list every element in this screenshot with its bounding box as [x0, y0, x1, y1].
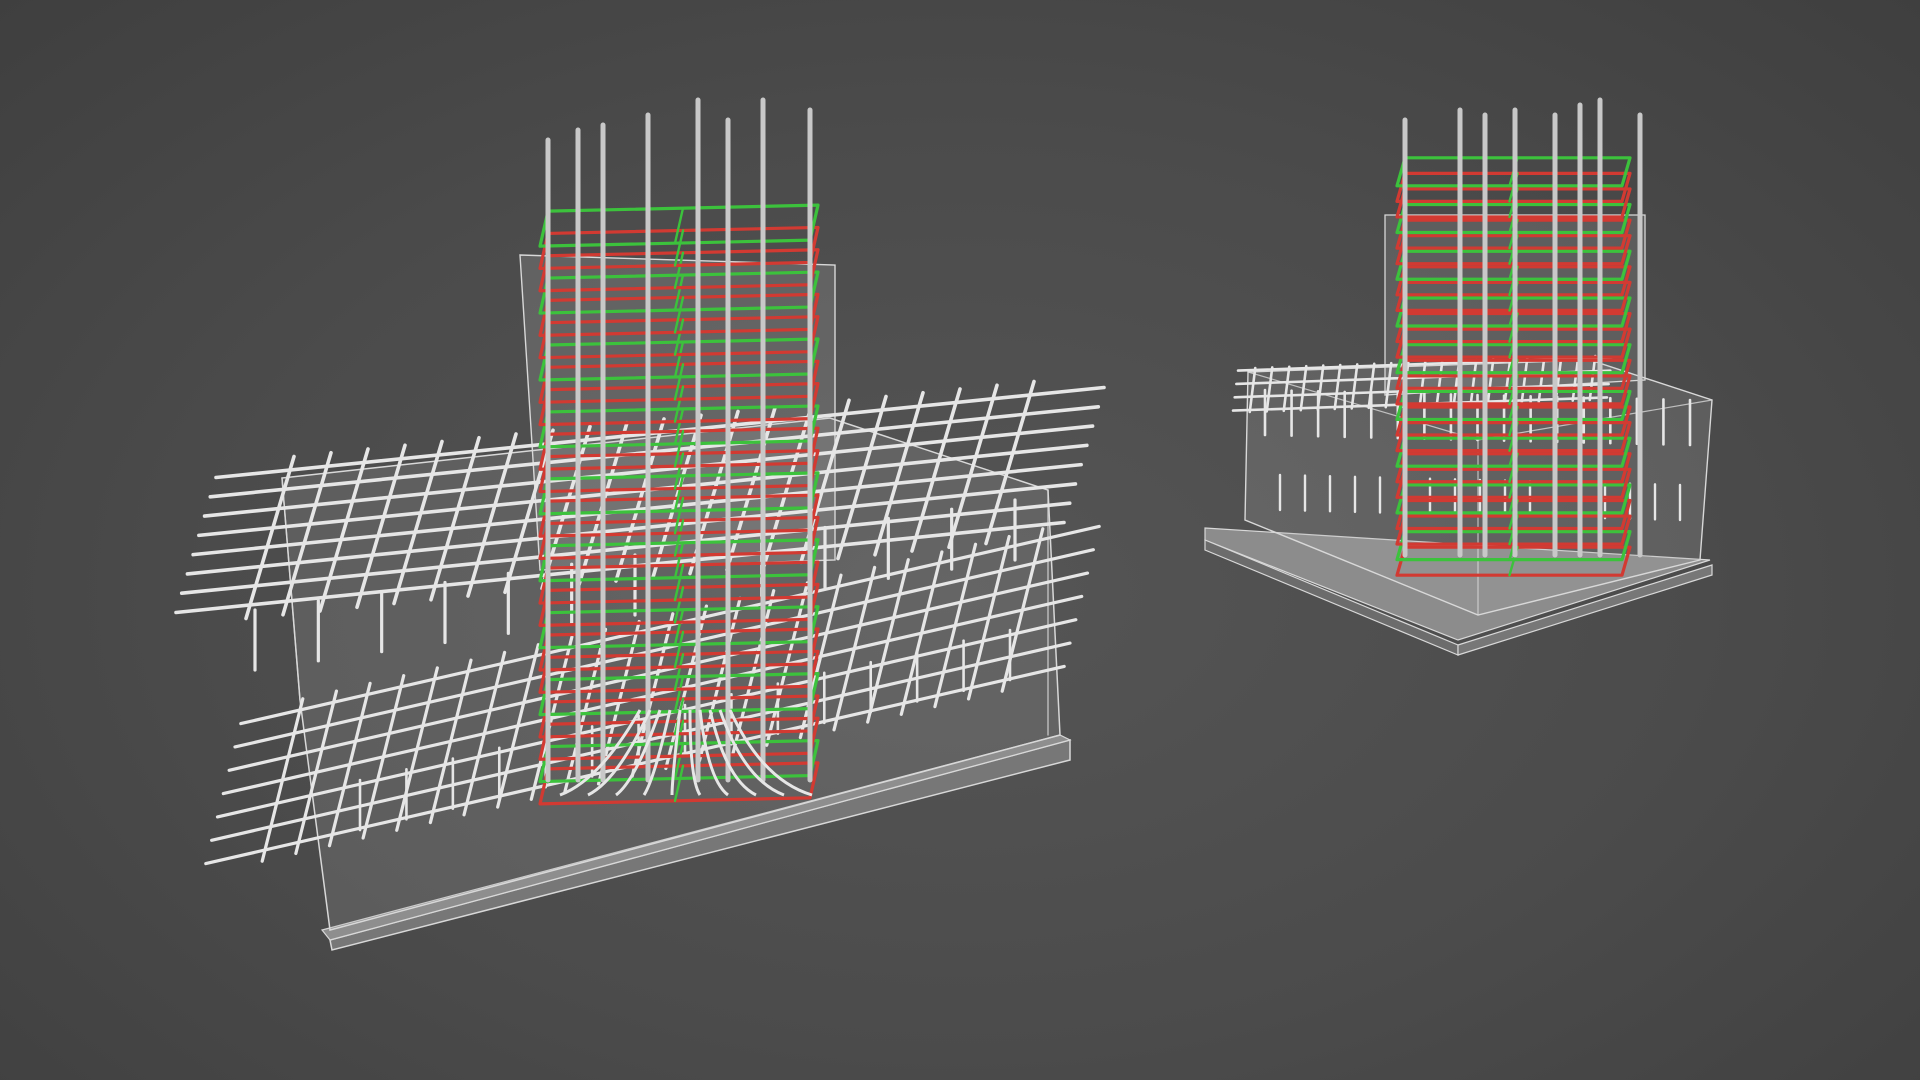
footing-small-model[interactable] [1204, 97, 1713, 656]
footing-large-model[interactable] [174, 97, 1106, 951]
rebar-scene [174, 97, 1713, 951]
3d-viewport[interactable] [0, 0, 1920, 1080]
